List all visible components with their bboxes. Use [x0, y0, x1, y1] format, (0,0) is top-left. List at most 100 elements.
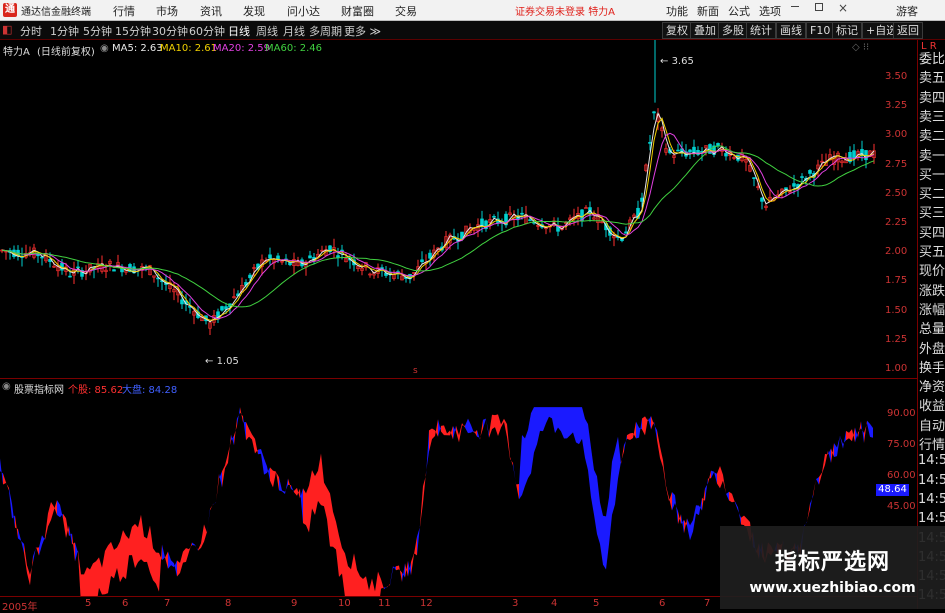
event-marker-icon[interactable]: s [413, 366, 418, 376]
sidebar-item-2[interactable]: 卖四 [918, 87, 945, 106]
menu-formula[interactable]: 公式 [728, 3, 750, 19]
menu-news[interactable]: 资讯 [200, 3, 222, 19]
indicator-band [573, 407, 576, 443]
indicator-band [672, 492, 675, 511]
sub-y-tick: 75.00 [887, 439, 916, 450]
btn-multi-stock[interactable]: 多股 [718, 22, 748, 39]
btn-stats[interactable]: 统计 [746, 22, 776, 39]
candle-body [520, 212, 524, 215]
btn-overlay[interactable]: 叠加 [690, 22, 720, 39]
sidebar-item-5[interactable]: 卖一 [918, 145, 945, 164]
indicator-band [285, 478, 288, 495]
indicator-band [231, 434, 234, 446]
sidebar-item-1[interactable]: 卖五 [918, 67, 945, 86]
sidebar-item-20[interactable]: 行情 [918, 434, 945, 453]
user-guest[interactable]: 游客 [896, 3, 918, 19]
sidebar-item-10[interactable]: 买五 [918, 241, 945, 260]
sidebar-item-22[interactable]: 14:5 [918, 473, 945, 488]
y-tick: 3.25 [885, 100, 908, 112]
period-multi[interactable]: 多周期 [309, 23, 342, 39]
sidebar-item-19[interactable]: 自动 [918, 415, 945, 434]
x-tick: 6 [122, 598, 129, 609]
sidebar-item-4[interactable]: 卖二 [918, 125, 945, 144]
sidebar-item-18[interactable]: 收益 [918, 395, 945, 414]
btn-f10[interactable]: F10 [806, 22, 835, 39]
indicator-band [273, 470, 276, 488]
period-more[interactable]: 更多 ≫ [344, 23, 381, 39]
menu-wealth-circle[interactable]: 财富圈 [341, 3, 374, 19]
sidebar-item-9[interactable]: 买四 [918, 222, 945, 241]
toolbar-toggle-icon[interactable]: ◧ [2, 23, 12, 36]
btn-mark[interactable]: 标记 [832, 22, 862, 39]
indicator-band [408, 560, 411, 577]
indicator-band [441, 425, 444, 436]
indicator-band [210, 504, 213, 511]
menu-ask-xiaoda[interactable]: 问小达 [287, 3, 320, 19]
sidebar-item-23[interactable]: 14:5 [918, 492, 945, 507]
close-icon[interactable]: × [838, 1, 848, 15]
menu-new-page[interactable]: 新面 [697, 3, 719, 19]
menu-discover[interactable]: 发现 [243, 3, 265, 19]
sidebar-item-14[interactable]: 总量 [918, 318, 945, 337]
btn-adjust[interactable]: 复权 [662, 22, 692, 39]
sidebar-item-8[interactable]: 买三 [918, 202, 945, 221]
period-1min[interactable]: 1分钟 [50, 23, 79, 39]
indicator-band [819, 472, 822, 485]
menu-function[interactable]: 功能 [666, 3, 688, 19]
period-daily[interactable]: 日线 [228, 23, 250, 39]
period-5min[interactable]: 5分钟 [83, 23, 112, 39]
chart-area[interactable] [0, 40, 885, 596]
sidebar-item-3[interactable]: 卖三 [918, 106, 945, 125]
period-intraday[interactable]: 分时 [20, 23, 42, 39]
menu-options[interactable]: 选项 [759, 3, 781, 19]
watermark-url: www.xuezhibiao.com [749, 580, 916, 596]
indicator-band [303, 488, 306, 526]
sidebar-item-0[interactable]: 委比 [918, 48, 945, 67]
sub-y-tick: 45.00 [887, 501, 916, 512]
menu-market-quotes[interactable]: 行情 [113, 3, 135, 19]
indicator-band [183, 548, 186, 563]
pane-divider[interactable] [0, 378, 917, 379]
indicator-band [657, 430, 660, 459]
sidebar-item-16[interactable]: 换手 [918, 357, 945, 376]
sidebar-item-24[interactable]: 14:5 [918, 511, 945, 526]
indicator-band [840, 435, 843, 449]
indicator-band [813, 479, 816, 497]
watermark-title: 指标严选网 [774, 550, 890, 575]
period-monthly[interactable]: 月线 [283, 23, 305, 39]
sidebar-item-17[interactable]: 净资 [918, 376, 945, 395]
menu-market[interactable]: 市场 [156, 3, 178, 19]
candle-body [76, 266, 80, 269]
indicator-band [108, 541, 111, 594]
sidebar-item-15[interactable]: 外盘 [918, 338, 945, 357]
indicator-band [525, 429, 528, 486]
minimize-icon[interactable] [791, 6, 799, 7]
indicator-settings-icon[interactable]: ◉ [2, 381, 11, 392]
period-60min[interactable]: 60分钟 [189, 23, 225, 39]
indicator-band [543, 407, 546, 432]
y-tick: 1.50 [885, 304, 908, 316]
indicator-band [507, 424, 510, 459]
indicator-band [3, 473, 6, 485]
btn-draw[interactable]: 画线 [776, 22, 806, 39]
period-30min[interactable]: 30分钟 [152, 23, 188, 39]
sidebar-item-11[interactable]: 现价 [918, 260, 945, 279]
indicator-band [9, 487, 12, 519]
menu-trade[interactable]: 交易 [395, 3, 417, 19]
indicator-band [39, 535, 42, 556]
indicator-band [159, 544, 162, 592]
sidebar-item-13[interactable]: 涨幅 [918, 299, 945, 318]
period-weekly[interactable]: 周线 [256, 23, 278, 39]
sidebar-item-12[interactable]: 涨跌 [918, 280, 945, 299]
sidebar-item-6[interactable]: 买一 [918, 164, 945, 183]
period-15min[interactable]: 15分钟 [115, 23, 151, 39]
sidebar-item-7[interactable]: 买二 [918, 183, 945, 202]
restore-icon[interactable] [815, 3, 823, 11]
market-indicator-value: 大盘: 84.28 [122, 385, 178, 396]
sidebar-item-21[interactable]: 14:5 [918, 453, 945, 468]
indicator-band [375, 571, 378, 596]
indicator-band [726, 491, 729, 501]
y-tick: 2.25 [885, 217, 908, 228]
indicator-band [552, 407, 555, 434]
btn-back[interactable]: 返回 [893, 22, 923, 39]
